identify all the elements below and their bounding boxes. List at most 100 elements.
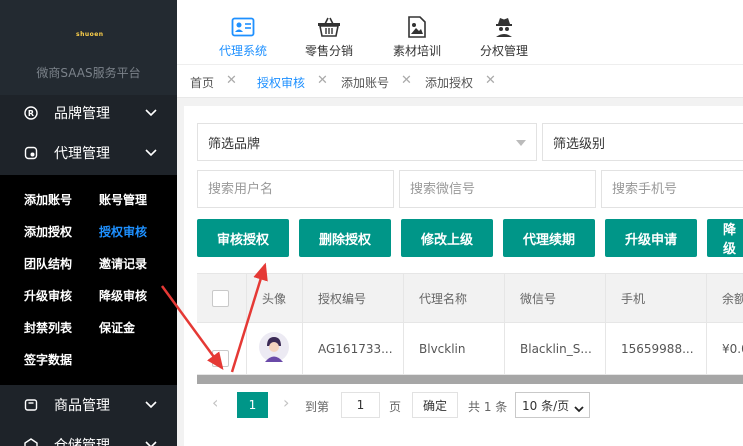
row-checkbox[interactable]: [212, 350, 229, 367]
submenu-account-manage[interactable]: 账号管理: [99, 191, 147, 208]
topnav-retail[interactable]: 零售分销: [301, 0, 357, 65]
column-header: 手机: [606, 274, 707, 322]
close-icon[interactable]: ✕: [485, 73, 496, 88]
wechat-cell: Blacklin_S...: [505, 323, 606, 374]
brand-icon: R: [24, 106, 38, 120]
balance-cell: ¥0.0: [722, 341, 743, 356]
submenu-ban-list[interactable]: 封禁列表: [24, 319, 72, 336]
column-header: 头像: [247, 274, 303, 322]
sidebar-group-label: 品牌管理: [54, 106, 110, 122]
avatar: [259, 332, 289, 365]
upgrade-request-button[interactable]: 升级申请: [605, 219, 697, 257]
submenu-team-structure[interactable]: 团队结构: [24, 255, 72, 272]
topnav-materials[interactable]: 素材培训: [389, 0, 445, 65]
chevron-down-icon: [145, 401, 157, 409]
page-unit-label: 页: [389, 400, 402, 414]
svg-text:R: R: [28, 109, 34, 118]
topnav-label: 代理系统: [218, 44, 267, 58]
submenu-deposit[interactable]: 保证金: [99, 319, 135, 336]
topnav-permission[interactable]: 分权管理: [476, 0, 532, 65]
wechat-search-input[interactable]: [399, 170, 596, 208]
phone-cell: 15659988...: [606, 323, 707, 374]
horizontal-scrollbar[interactable]: [197, 375, 743, 384]
topnav-label: 素材培训: [392, 44, 441, 58]
breadcrumb-tabs: 首页 ✕ 授权审核 ✕ 添加账号 ✕ 添加授权 ✕: [177, 65, 743, 98]
close-icon[interactable]: ✕: [401, 73, 412, 88]
change-superior-button[interactable]: 修改上级: [401, 219, 493, 257]
page-size-value: 10 条/页: [522, 398, 570, 413]
prev-page-icon[interactable]: ‹: [212, 393, 218, 412]
chevron-down-icon: [145, 109, 157, 117]
level-select-value: 筛选级别: [553, 136, 606, 152]
topnav-agent-system[interactable]: 代理系统: [215, 0, 271, 65]
agent-system-icon: [231, 16, 255, 38]
column-header: 代理名称: [404, 274, 505, 322]
sidebar-group-warehouse[interactable]: 仓储管理: [0, 425, 177, 446]
goto-confirm-button[interactable]: 确定: [412, 392, 458, 418]
close-icon[interactable]: ✕: [226, 73, 237, 88]
sidebar-group-agent[interactable]: 代理管理: [0, 133, 177, 173]
current-page[interactable]: 1: [237, 392, 268, 418]
basket-icon: [317, 16, 341, 38]
sidebar: shuoen 微商SAAS服务平台 R 品牌管理 代理管理 添加账号 账号管理 …: [0, 0, 177, 446]
select-all-checkbox[interactable]: [212, 289, 229, 307]
top-nav: 代理系统 零售分销 素材培训 分权管理: [177, 0, 743, 65]
sidebar-header: shuoen 微商SAAS服务平台: [0, 0, 177, 95]
column-header: 授权编号: [303, 274, 404, 322]
agent-name-cell: Blvcklin: [404, 323, 505, 374]
chevron-up-icon: [145, 149, 157, 157]
logo: shuoen: [76, 31, 104, 38]
submenu-upgrade-review[interactable]: 升级审核: [24, 287, 72, 304]
topnav-label: 零售分销: [304, 44, 353, 58]
username-search-input[interactable]: [197, 170, 394, 208]
agent-submenu: 添加账号 账号管理 添加授权 授权审核 团队结构 邀请记录 升级审核 降级审核 …: [0, 175, 177, 385]
goto-label: 到第: [305, 400, 330, 414]
chevron-down-icon: [145, 441, 157, 446]
app-root: shuoen 微商SAAS服务平台 R 品牌管理 代理管理 添加账号 账号管理 …: [0, 0, 743, 446]
sidebar-group-label: 代理管理: [54, 146, 110, 162]
submenu-signature-data[interactable]: 签字数据: [24, 351, 72, 368]
tab-auth-review[interactable]: 授权审核: [257, 74, 305, 91]
chevron-down-icon: [574, 402, 584, 416]
agent-icon: [24, 146, 38, 160]
sidebar-group-goods[interactable]: 商品管理: [0, 385, 177, 425]
submenu-downgrade-review[interactable]: 降级审核: [99, 287, 147, 304]
column-header: 微信号: [505, 274, 606, 322]
column-header: 余额: [722, 291, 743, 306]
table-header: 头像 授权编号 代理名称 微信号 手机 余额: [197, 273, 743, 323]
warehouse-icon: [24, 438, 38, 446]
goto-page-input[interactable]: [341, 392, 380, 418]
sidebar-group-label: 商品管理: [54, 398, 110, 414]
sidebar-group-brand[interactable]: R 品牌管理: [0, 93, 177, 133]
caret-down-icon: [516, 140, 526, 146]
page-size-select[interactable]: 10 条/页: [515, 392, 590, 418]
table-row[interactable]: AG161733... Blvcklin Blacklin_S... 15659…: [197, 323, 743, 375]
submenu-auth-review[interactable]: 授权审核: [99, 223, 147, 240]
topnav-label: 分权管理: [479, 44, 528, 58]
delete-auth-button[interactable]: 删除授权: [299, 219, 391, 257]
tab-home[interactable]: 首页: [190, 74, 214, 91]
auth-no-cell: AG161733...: [303, 323, 404, 374]
sidebar-group-label: 仓储管理: [54, 438, 110, 446]
downgrade-button[interactable]: 降级: [707, 219, 743, 257]
review-auth-button[interactable]: 审核授权: [197, 219, 289, 257]
total-count: 共 1 条: [468, 400, 508, 414]
platform-name: 微商SAAS服务平台: [36, 66, 141, 80]
submenu-add-auth[interactable]: 添加授权: [24, 223, 72, 240]
submenu-invite-records[interactable]: 邀请记录: [99, 255, 147, 272]
agent-renew-button[interactable]: 代理续期: [503, 219, 595, 257]
image-file-icon: [407, 16, 427, 38]
header-checkbox-cell: [197, 274, 247, 322]
row-checkbox-cell: [197, 323, 247, 374]
tab-add-account[interactable]: 添加账号: [341, 74, 389, 91]
user-incognito-icon: [493, 16, 515, 38]
brand-select[interactable]: 筛选品牌: [197, 123, 537, 161]
avatar-cell: [247, 323, 303, 374]
close-icon[interactable]: ✕: [317, 73, 328, 88]
phone-search-input[interactable]: [601, 170, 743, 208]
tab-add-auth[interactable]: 添加授权: [425, 74, 473, 91]
level-select[interactable]: 筛选级别: [542, 123, 743, 161]
submenu-add-account[interactable]: 添加账号: [24, 191, 72, 208]
next-page-icon[interactable]: ›: [283, 393, 289, 412]
brand-select-value: 筛选品牌: [208, 136, 261, 152]
